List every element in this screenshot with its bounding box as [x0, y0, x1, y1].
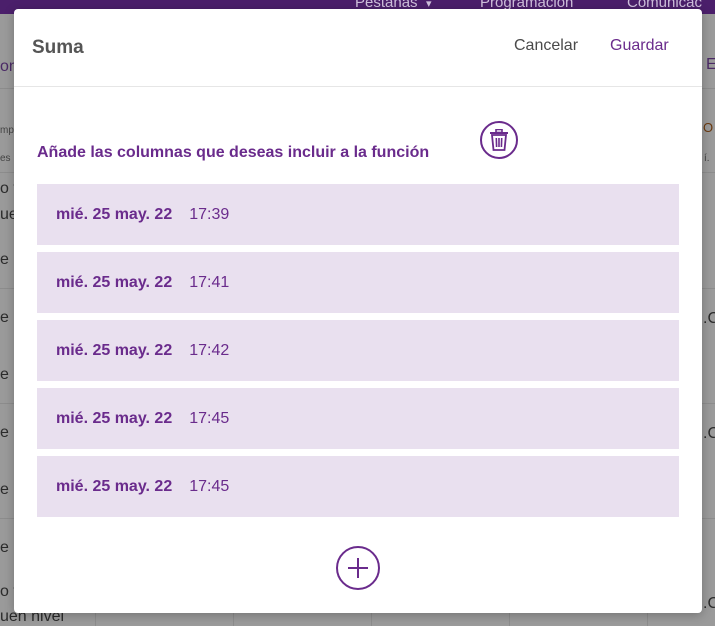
- column-date: mié. 25 may. 22: [56, 205, 173, 223]
- column-time: 17:41: [189, 273, 230, 291]
- bg-fragment: í.: [704, 153, 710, 164]
- list-item[interactable]: mié. 25 may. 22 17:45: [37, 456, 679, 517]
- bg-fragment: E: [706, 56, 715, 73]
- plus-icon: [348, 558, 368, 578]
- cancel-button[interactable]: Cancelar: [514, 37, 578, 55]
- list-item[interactable]: mié. 25 may. 22 17:39: [37, 184, 679, 245]
- bg-fragment: .C: [703, 310, 715, 327]
- list-item[interactable]: mié. 25 may. 22 17:42: [37, 320, 679, 381]
- delete-button[interactable]: [480, 121, 518, 159]
- selected-columns-list: mié. 25 may. 22 17:39 mié. 25 may. 22 17…: [37, 184, 679, 524]
- column-time: 17:45: [189, 477, 230, 495]
- columns-instruction-label: Añade las columnas que deseas incluir a …: [37, 144, 430, 161]
- list-item[interactable]: mié. 25 may. 22 17:45: [37, 388, 679, 449]
- column-date: mié. 25 may. 22: [56, 477, 173, 495]
- list-item[interactable]: mié. 25 may. 22 17:41: [37, 252, 679, 313]
- add-column-button[interactable]: [336, 546, 380, 590]
- column-time: 17:45: [189, 409, 230, 427]
- bg-fragment: O: [703, 120, 714, 135]
- column-date: mié. 25 may. 22: [56, 409, 173, 427]
- column-time: 17:39: [189, 205, 230, 223]
- sum-function-dialog: Suma Cancelar Guardar Añade las columnas…: [14, 9, 702, 613]
- bg-fragment: mp: [0, 125, 14, 136]
- bg-fragment: .C: [703, 595, 715, 612]
- bg-fragment: es: [0, 153, 11, 164]
- bg-fragment: .C: [703, 425, 715, 442]
- trash-icon: [490, 129, 508, 151]
- dialog-header: Suma Cancelar Guardar: [14, 9, 702, 87]
- column-time: 17:42: [189, 341, 230, 359]
- column-date: mié. 25 may. 22: [56, 341, 173, 359]
- save-button[interactable]: Guardar: [610, 37, 669, 55]
- column-date: mié. 25 may. 22: [56, 273, 173, 291]
- dialog-title: Suma: [32, 37, 84, 58]
